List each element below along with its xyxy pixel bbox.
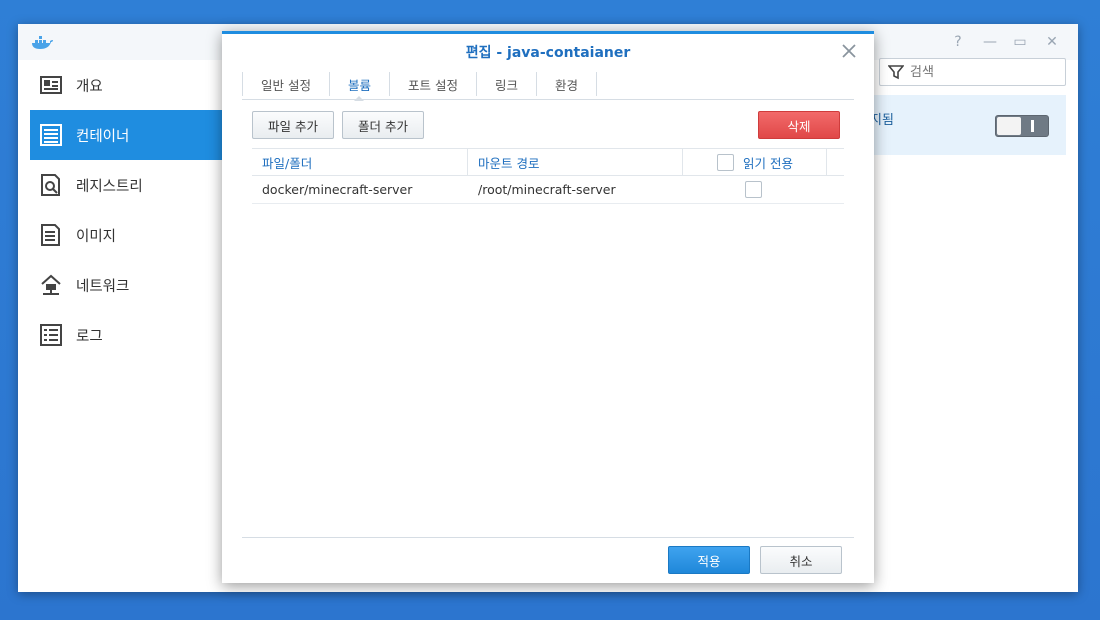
sidebar-item-overview[interactable]: 개요 [30,60,238,110]
column-header-mount[interactable]: 마운트 경로 [468,149,683,175]
cell-mount: /root/minecraft-server [478,182,616,197]
filter-icon [888,65,904,80]
tab-port-settings[interactable]: 포트 설정 [390,72,477,96]
sidebar-item-network[interactable]: 네트워크 [30,260,238,310]
help-icon[interactable]: ? [948,32,968,52]
container-icon [38,122,64,148]
log-icon [38,322,64,348]
column-header-path[interactable]: 파일/폴더 [252,149,468,175]
edit-dialog: 편집 - java-contaianer 일반 설정 볼륨 포트 설정 링크 환… [222,31,874,583]
search-input[interactable] [910,64,1050,80]
table-header: 파일/폴더 마운트 경로 읽기 전용 [252,148,844,176]
sidebar-item-label: 이미지 [76,228,117,245]
search-field[interactable] [879,58,1066,86]
sidebar-item-image[interactable]: 이미지 [30,210,238,260]
readonly-select-all-checkbox[interactable] [717,154,734,171]
cell-readonly [683,176,827,203]
image-icon [38,222,64,248]
readonly-checkbox[interactable] [745,181,762,198]
close-icon[interactable] [838,40,860,62]
sidebar: 개요 컨테이너 레지스트리 이미지 네트워크 로그 [18,60,238,592]
cell-path: docker/minecraft-server [262,182,413,197]
tab-links[interactable]: 링크 [477,72,537,96]
add-file-button[interactable]: 파일 추가 [252,111,334,139]
sidebar-item-label: 컨테이너 [76,128,130,145]
add-folder-button[interactable]: 폴더 추가 [342,111,424,139]
sidebar-item-label: 로그 [76,328,103,345]
registry-icon [38,172,64,198]
sidebar-item-registry[interactable]: 레지스트리 [30,160,238,210]
sidebar-item-container[interactable]: 컨테이너 [30,110,238,160]
sidebar-item-label: 개요 [76,78,103,95]
overview-icon [38,72,64,98]
column-header-readonly-label: 읽기 전용 [743,155,793,171]
minimize-icon[interactable]: — [980,32,1000,52]
tab-bar: 일반 설정 볼륨 포트 설정 링크 환경 [242,72,854,101]
sidebar-item-label: 레지스트리 [76,178,143,195]
tab-environment[interactable]: 환경 [537,72,598,96]
sidebar-item-log[interactable]: 로그 [30,310,238,360]
volume-table: 파일/폴더 마운트 경로 읽기 전용 docker/minecraft-serv… [252,148,844,204]
apply-button[interactable]: 적용 [668,546,750,574]
toggle-knob [997,117,1021,135]
table-row[interactable]: docker/minecraft-server /root/minecraft-… [252,176,844,204]
docker-whale-icon [32,36,53,49]
maximize-icon[interactable]: ▭ [1010,32,1030,52]
network-icon [38,272,64,298]
close-icon[interactable]: ✕ [1042,32,1062,52]
footer-divider [242,537,854,538]
delete-button[interactable]: 삭제 [758,111,840,139]
sidebar-item-label: 네트워크 [76,278,130,295]
container-toggle-switch[interactable] [995,115,1049,137]
cancel-button[interactable]: 취소 [760,546,842,574]
tab-general-settings[interactable]: 일반 설정 [242,72,330,96]
container-row-selected[interactable]: 지됨 [848,95,1066,155]
column-header-readonly[interactable]: 읽기 전용 [683,149,827,175]
dialog-title: 편집 - java-contaianer [465,45,631,61]
toggle-indicator [1031,120,1034,132]
tab-volume[interactable]: 볼륨 [330,72,390,101]
